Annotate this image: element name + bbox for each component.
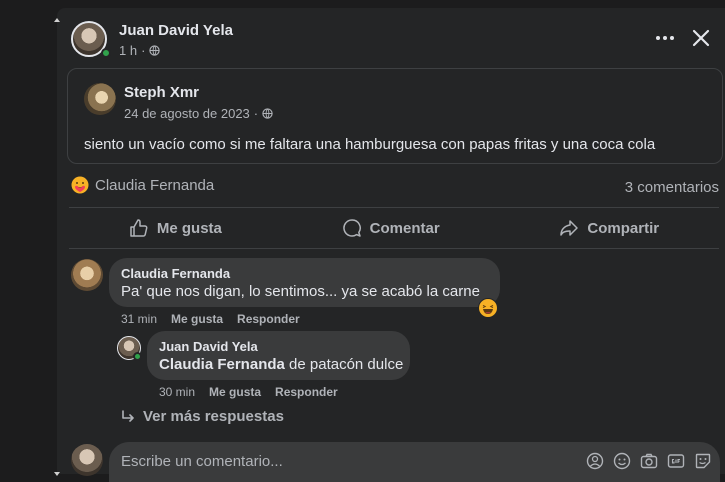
reactions-summary[interactable]: Claudia Fernanda xyxy=(71,176,214,194)
current-user-avatar[interactable] xyxy=(71,444,103,476)
thumbs-up-icon xyxy=(130,219,148,237)
share-label: Compartir xyxy=(587,219,660,237)
post-author-name[interactable]: Juan David Yela xyxy=(119,22,233,39)
scrollbar[interactable] xyxy=(53,16,61,478)
view-more-replies-button[interactable]: Ver más respuestas xyxy=(121,408,284,425)
comment-like-link[interactable]: Me gusta xyxy=(171,312,223,326)
like-label: Me gusta xyxy=(156,219,222,237)
camera-icon[interactable] xyxy=(640,452,658,470)
share-icon xyxy=(560,220,579,236)
care-reaction-icon xyxy=(71,176,89,194)
comment-composer[interactable] xyxy=(109,442,720,482)
reply-text-line: Claudia Fernanda de patacón dulce xyxy=(159,356,403,373)
gif-icon[interactable] xyxy=(667,452,685,470)
post-actions: Me gusta Comentar Compartir xyxy=(69,208,719,248)
post-dialog: Juan David Yela 1 h · Steph Xmr 24 de ag… xyxy=(54,8,725,482)
meta-separator: · xyxy=(141,43,146,58)
reply-like-link[interactable]: Me gusta xyxy=(209,385,261,399)
shared-meta: 24 de agosto de 2023 · xyxy=(124,106,273,121)
reaction-names: Claudia Fernanda xyxy=(95,176,215,194)
reply-arrow-icon xyxy=(122,409,134,422)
reply-author[interactable]: Juan David Yela xyxy=(159,339,398,354)
view-more-replies-label: Ver más respuestas xyxy=(143,408,284,425)
like-button[interactable]: Me gusta xyxy=(117,212,234,244)
close-button[interactable] xyxy=(689,26,713,50)
comment-input[interactable] xyxy=(121,453,561,470)
divider xyxy=(69,248,719,249)
post-meta: 1 h · xyxy=(119,43,161,58)
shared-date[interactable]: 24 de agosto de 2023 xyxy=(124,106,250,121)
post-time[interactable]: 1 h xyxy=(119,43,137,58)
comment-button[interactable]: Comentar xyxy=(330,212,452,244)
more-icon xyxy=(656,36,674,40)
comment-text: Pa' que nos digan, lo sentimos... ya se … xyxy=(121,283,480,300)
close-icon xyxy=(692,29,710,47)
reply-reply-link[interactable]: Responder xyxy=(275,385,338,399)
sticker-icon[interactable] xyxy=(694,452,712,470)
comment-meta: 31 min Me gusta Responder xyxy=(121,312,300,326)
share-button[interactable]: Compartir xyxy=(547,212,671,244)
globe-icon xyxy=(262,108,273,119)
shared-author-name[interactable]: Steph Xmr xyxy=(124,84,199,101)
reply-meta: 30 min Me gusta Responder xyxy=(159,385,338,399)
comment-count[interactable]: 3 comentarios xyxy=(625,179,719,196)
more-options-button[interactable] xyxy=(653,26,677,50)
comment-time[interactable]: 31 min xyxy=(121,312,157,326)
comment-author[interactable]: Claudia Fernanda xyxy=(121,266,488,281)
reply-mention[interactable]: Claudia Fernanda xyxy=(159,356,285,373)
reply-time[interactable]: 30 min xyxy=(159,385,195,399)
comment-bubble: Claudia Fernanda Pa' que nos digan, lo s… xyxy=(109,258,500,307)
commenter-avatar[interactable] xyxy=(71,259,103,291)
haha-reaction-icon[interactable] xyxy=(478,298,498,318)
comment-label: Comentar xyxy=(369,219,440,237)
reply-text: de patacón dulce xyxy=(289,356,404,373)
online-status-dot xyxy=(101,48,111,58)
shared-post[interactable]: Steph Xmr 24 de agosto de 2023 · siento … xyxy=(67,68,723,164)
globe-icon xyxy=(149,45,161,56)
online-status-dot xyxy=(133,352,142,361)
reply-bubble: Juan David Yela Claudia Fernanda de pata… xyxy=(147,331,410,380)
shared-author-avatar[interactable] xyxy=(84,83,116,115)
avatar-sticker-icon[interactable] xyxy=(586,452,604,470)
emoji-icon[interactable] xyxy=(613,452,631,470)
composer-tools xyxy=(586,452,712,470)
meta-separator: · xyxy=(253,106,259,121)
shared-post-text: siento un vacío como si me faltara una h… xyxy=(84,136,656,153)
comment-icon xyxy=(342,219,361,237)
comment-reply-link[interactable]: Responder xyxy=(237,312,300,326)
